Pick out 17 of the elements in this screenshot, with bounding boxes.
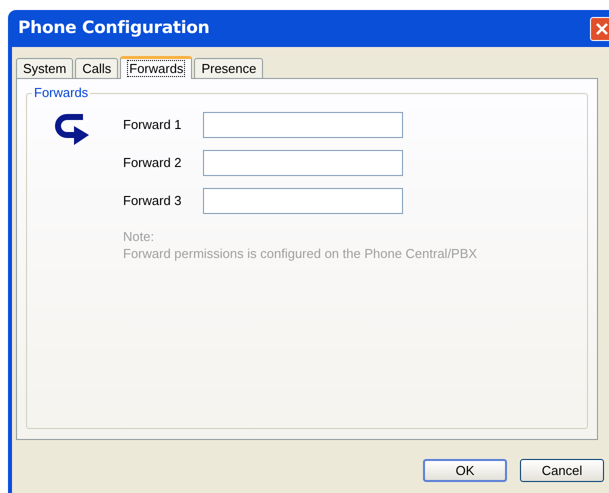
tab[interactable]: Forwards	[120, 56, 192, 79]
dialog-button[interactable]: OK	[423, 459, 507, 482]
close-icon	[595, 22, 609, 36]
input-field[interactable]	[203, 188, 403, 214]
field-label: Forward 2	[123, 154, 183, 172]
window-title: Phone Configuration	[18, 16, 210, 40]
field-label: Forward 3	[123, 192, 183, 210]
note-text: Note:	[123, 228, 156, 245]
tab[interactable]: Presence	[194, 58, 264, 78]
dialog-button[interactable]: Cancel	[520, 459, 604, 482]
input-field[interactable]	[203, 112, 403, 138]
tab[interactable]: Calls	[75, 58, 118, 78]
tab[interactable]: System	[16, 58, 74, 78]
note-text: Forward permissions is configured on the Phone Central/PBX	[123, 245, 478, 262]
field-label: Forward 1	[123, 116, 183, 134]
close-button[interactable]	[590, 16, 609, 40]
input-field[interactable]	[203, 150, 403, 176]
